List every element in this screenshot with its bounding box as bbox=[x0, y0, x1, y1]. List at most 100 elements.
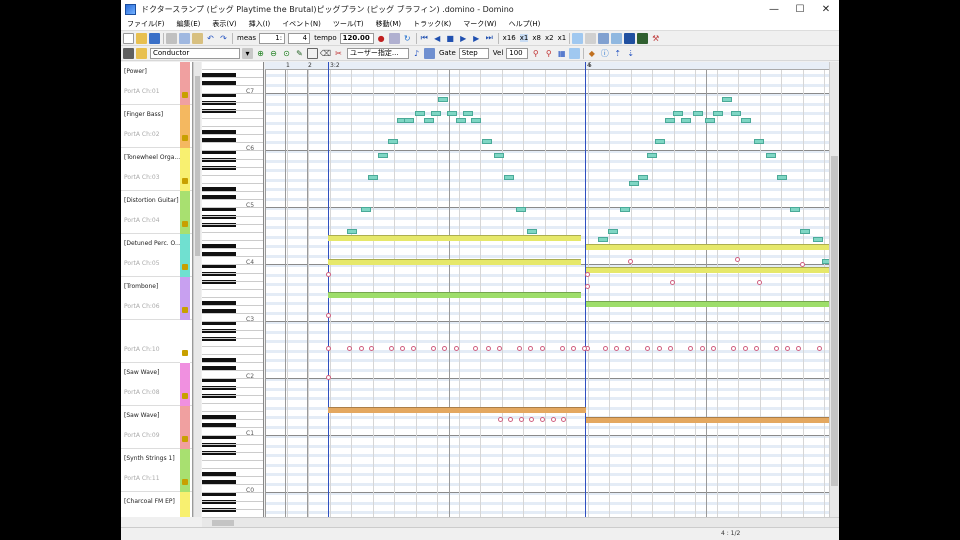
note-event[interactable] bbox=[608, 229, 618, 234]
menu-help[interactable]: ヘルプ(H) bbox=[503, 19, 547, 29]
track-color-swatch[interactable] bbox=[180, 62, 190, 105]
track-select[interactable]: Conductor bbox=[150, 47, 240, 59]
zoom-x8[interactable]: x8 bbox=[532, 34, 541, 42]
long-note-bar[interactable] bbox=[586, 417, 829, 423]
note-event[interactable] bbox=[463, 111, 473, 116]
event-marker[interactable] bbox=[359, 346, 364, 351]
event-marker[interactable] bbox=[817, 346, 822, 351]
note-event[interactable] bbox=[681, 118, 691, 123]
note-event[interactable] bbox=[471, 118, 481, 123]
measure-ruler[interactable]: 1 2 3:2 4 5 bbox=[265, 62, 829, 70]
zoom-x2[interactable]: x2 bbox=[545, 34, 554, 42]
note-event[interactable] bbox=[388, 139, 398, 144]
event-marker[interactable] bbox=[540, 417, 545, 422]
note-event[interactable] bbox=[713, 111, 723, 116]
note-event[interactable] bbox=[813, 237, 823, 242]
search-icon[interactable]: ⚲ bbox=[530, 48, 541, 59]
lock-icon[interactable] bbox=[182, 264, 188, 270]
minimize-button[interactable]: — bbox=[761, 0, 787, 18]
track-color-swatch[interactable] bbox=[180, 105, 190, 148]
event-marker[interactable] bbox=[326, 272, 331, 277]
event-marker[interactable] bbox=[582, 346, 587, 351]
long-note-bar[interactable] bbox=[586, 267, 829, 273]
menu-track[interactable]: トラック(K) bbox=[407, 19, 457, 29]
user-tool-icon[interactable]: ✂ bbox=[333, 48, 344, 59]
event-marker[interactable] bbox=[528, 346, 533, 351]
quantize-icon[interactable] bbox=[424, 47, 435, 59]
velocity-field[interactable]: 100 bbox=[506, 47, 529, 59]
event-marker[interactable] bbox=[735, 257, 740, 262]
event-marker[interactable] bbox=[560, 346, 565, 351]
new-file-icon[interactable] bbox=[123, 32, 134, 44]
track-color-swatch[interactable] bbox=[180, 492, 190, 517]
track-properties-icon[interactable] bbox=[123, 47, 134, 59]
note-event[interactable] bbox=[378, 153, 388, 158]
track-item-distortion-guitar[interactable]: [Distortion Guitar] PortA Ch:04 bbox=[121, 191, 192, 234]
save-icon[interactable] bbox=[149, 32, 160, 44]
back-icon[interactable]: ◀ bbox=[432, 33, 443, 44]
event-marker[interactable] bbox=[519, 417, 524, 422]
event-marker[interactable] bbox=[711, 346, 716, 351]
note-event[interactable] bbox=[766, 153, 776, 158]
long-note-bar[interactable] bbox=[328, 407, 586, 413]
note-event[interactable] bbox=[620, 207, 630, 212]
vertical-scroll-thumb[interactable] bbox=[831, 156, 838, 486]
note-event[interactable] bbox=[655, 139, 665, 144]
track-item-synth-strings[interactable]: [Synth Strings 1] PortA Ch:11 bbox=[121, 449, 192, 492]
note-event[interactable] bbox=[800, 229, 810, 234]
zoom-x1-selected[interactable]: x1 bbox=[519, 34, 529, 42]
lock-icon[interactable] bbox=[182, 178, 188, 184]
settings-icon[interactable]: ⚒ bbox=[650, 33, 661, 44]
note-event[interactable] bbox=[647, 153, 657, 158]
record-icon[interactable]: ● bbox=[376, 33, 387, 44]
grid-icon[interactable]: ▦ bbox=[556, 48, 567, 59]
event-marker[interactable] bbox=[585, 272, 590, 277]
track-color-swatch[interactable] bbox=[180, 234, 190, 277]
play-icon[interactable]: ▶ bbox=[458, 33, 469, 44]
event-marker[interactable] bbox=[628, 259, 633, 264]
event-marker[interactable] bbox=[498, 417, 503, 422]
zoom-fit-icon[interactable]: ⊙ bbox=[281, 48, 292, 59]
maximize-button[interactable]: ☐ bbox=[787, 0, 813, 18]
long-note-bar[interactable] bbox=[586, 244, 829, 250]
lock-icon[interactable] bbox=[182, 307, 188, 313]
lock-icon[interactable] bbox=[182, 135, 188, 141]
long-note-bar[interactable] bbox=[586, 301, 829, 307]
event-marker[interactable] bbox=[508, 417, 513, 422]
select-icon[interactable] bbox=[307, 47, 318, 59]
note-event[interactable] bbox=[693, 111, 703, 116]
menu-tools[interactable]: ツール(T) bbox=[327, 19, 370, 29]
note-event[interactable] bbox=[638, 175, 648, 180]
eraser-icon[interactable]: ⌫ bbox=[320, 48, 331, 59]
note-event[interactable] bbox=[722, 97, 732, 102]
menu-insert[interactable]: 挿入(I) bbox=[243, 19, 277, 29]
note-event[interactable] bbox=[424, 118, 434, 123]
track-item-tonewheel-organ[interactable]: [Tonewheel Orga... PortA Ch:03 bbox=[121, 148, 192, 191]
track-item-saw-wave-1[interactable]: [Saw Wave] PortA Ch:08 bbox=[121, 363, 192, 406]
copy-icon[interactable] bbox=[179, 32, 190, 44]
note-event[interactable] bbox=[741, 118, 751, 123]
event-marker[interactable] bbox=[585, 284, 590, 289]
event-marker[interactable] bbox=[688, 346, 693, 351]
staff-view-icon[interactable] bbox=[611, 32, 623, 44]
event-marker[interactable] bbox=[785, 346, 790, 351]
note-event[interactable] bbox=[504, 175, 514, 180]
snap-icon[interactable]: ♪ bbox=[411, 48, 422, 59]
note-event[interactable] bbox=[754, 139, 764, 144]
piano-keyboard[interactable]: C7 C6 C5 C4 C3 C2 C1 C0 bbox=[202, 62, 264, 517]
event-marker[interactable] bbox=[754, 346, 759, 351]
tempo-field[interactable]: 120.00 bbox=[339, 32, 374, 44]
horizontal-scroll-thumb[interactable] bbox=[212, 520, 234, 526]
event-marker[interactable] bbox=[517, 346, 522, 351]
stop-icon[interactable]: ■ bbox=[445, 33, 456, 44]
user-edit-select[interactable]: ユーザー指定... bbox=[347, 47, 409, 59]
event-marker[interactable] bbox=[796, 346, 801, 351]
event-marker[interactable] bbox=[389, 346, 394, 351]
zoom-x16[interactable]: x16 bbox=[503, 34, 516, 42]
lock-icon[interactable] bbox=[182, 221, 188, 227]
event-marker[interactable] bbox=[774, 346, 779, 351]
gate-field[interactable]: Step bbox=[458, 47, 489, 59]
note-event[interactable] bbox=[347, 229, 357, 234]
event-marker[interactable] bbox=[645, 346, 650, 351]
note-event[interactable] bbox=[361, 207, 371, 212]
